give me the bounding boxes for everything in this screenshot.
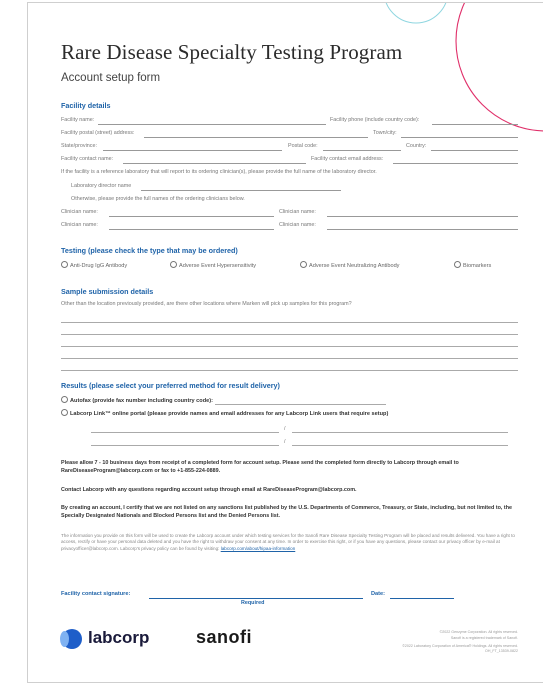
autofax-field[interactable] — [215, 404, 386, 405]
facility-row-2: Facility postal (street) address: Town/c… — [61, 130, 518, 140]
contact-name-field[interactable] — [123, 163, 306, 164]
otherwise-text: Otherwise, please provide the full names… — [71, 196, 245, 202]
decorative-circles — [385, 3, 543, 132]
facility-row-3: State/province: Postal code: Country: — [61, 143, 518, 153]
postcode-label: Postal code: — [288, 143, 318, 149]
town-label: Town/city: — [373, 130, 397, 136]
postal-address-label: Facility postal (street) address: — [61, 130, 135, 136]
clinician-row-1: Clinician name: Clinician name: — [61, 209, 518, 219]
clinician-row-2: Clinician name: Clinician name: — [61, 222, 518, 232]
postcode-field[interactable] — [323, 150, 401, 151]
clinician-field[interactable] — [327, 216, 518, 217]
director-row: Laboratory director name — [71, 183, 518, 193]
director-label: Laboratory director name — [71, 183, 132, 189]
user-name-field[interactable] — [91, 445, 279, 446]
postal-address-field[interactable] — [144, 137, 368, 138]
clinician-label: Clinician name: — [279, 209, 316, 215]
user-name-field[interactable] — [91, 432, 279, 433]
clinician-field[interactable] — [109, 229, 274, 230]
clinician-field[interactable] — [327, 229, 518, 230]
date-label: Date: — [371, 591, 385, 597]
clinician-label: Clinician name: — [61, 209, 98, 215]
option-biomarkers[interactable]: Biomarkers — [454, 261, 491, 269]
date-field[interactable] — [390, 598, 454, 599]
facility-row-4: Facility contact name: Facility contact … — [61, 156, 518, 166]
option-neutralizing-antibody[interactable]: Adverse Event Neutralizing Antibody — [300, 261, 399, 269]
clinician-label: Clinician name: — [61, 222, 98, 228]
sample-question: Other than the location previously provi… — [61, 301, 352, 307]
sanofi-logo: sanofi — [196, 627, 253, 647]
privacy-note: The information you provide on this form… — [61, 533, 515, 551]
sample-answer-line[interactable] — [61, 346, 518, 347]
testing-heading: Testing (please check the type that may … — [61, 246, 238, 255]
contact-note: Contact Labcorp with any questions regar… — [61, 487, 357, 493]
facility-row-1: Facility name: Facility phone (include c… — [61, 117, 518, 127]
state-field[interactable] — [103, 150, 282, 151]
labcorp-wordmark: labcorp — [88, 628, 150, 647]
option-labcorp-link[interactable]: Labcorp Link™ online portal (please prov… — [61, 409, 388, 417]
country-field[interactable] — [431, 150, 518, 151]
copyright-genzyme: ©2022 Genzyme Corporation. All rights re… — [439, 630, 518, 634]
radio-icon — [454, 261, 461, 268]
radio-icon — [61, 409, 68, 416]
slash-separator: / — [284, 426, 286, 432]
contact-name-label: Facility contact name: — [61, 156, 114, 162]
form-page: Rare Disease Specialty Testing Program A… — [27, 2, 543, 683]
slash-separator: / — [284, 439, 286, 445]
facility-name-field[interactable] — [98, 124, 326, 125]
pink-arc — [455, 3, 543, 132]
certify-note: By creating an account, I certify that w… — [61, 505, 512, 519]
teal-arc — [385, 3, 447, 24]
required-label: Required — [241, 600, 265, 606]
user-email-field[interactable] — [292, 432, 508, 433]
facility-phone-label: Facility phone (include country code): — [330, 117, 420, 123]
reference-lab-text: If the facility is a reference laborator… — [61, 169, 377, 175]
copyright-sanofi: Sanofi is a registered trademark of Sano… — [450, 636, 518, 640]
page-title: Rare Disease Specialty Testing Program — [61, 40, 403, 64]
radio-icon — [61, 396, 68, 403]
signature-label: Facility contact signature: — [61, 591, 131, 597]
contact-email-label: Facility contact email address: — [311, 156, 384, 162]
radio-icon — [300, 261, 307, 268]
director-field[interactable] — [141, 190, 341, 191]
results-heading: Results (please select your preferred me… — [61, 381, 280, 390]
facility-phone-field[interactable] — [432, 124, 518, 125]
sample-answer-line[interactable] — [61, 334, 518, 335]
option-anti-drug-igg[interactable]: Anti-Drug IgG Antibody — [61, 261, 127, 269]
clinician-label: Clinician name: — [279, 222, 316, 228]
state-label: State/province: — [61, 143, 97, 149]
page-subtitle: Account setup form — [61, 72, 161, 84]
copyright-labcorp: ©2022 Laboratory Corporation of America®… — [402, 644, 518, 653]
signature-field[interactable] — [149, 598, 363, 599]
radio-icon — [61, 261, 68, 268]
contact-email-field[interactable] — [393, 163, 518, 164]
sample-answer-line[interactable] — [61, 358, 518, 359]
sample-heading: Sample submission details — [61, 287, 154, 296]
sample-answer-line[interactable] — [61, 322, 518, 323]
clinician-field[interactable] — [109, 216, 274, 217]
option-autofax[interactable]: Autofax (provide fax number including co… — [61, 396, 213, 404]
user-email-field[interactable] — [292, 445, 508, 446]
facility-name-label: Facility name: — [61, 117, 95, 123]
radio-icon — [170, 261, 177, 268]
town-field[interactable] — [401, 137, 518, 138]
facility-heading: Facility details — [61, 101, 111, 110]
privacy-link[interactable]: labcorp.com/about/hipaa-information — [221, 546, 296, 551]
country-label: Country: — [406, 143, 427, 149]
option-hypersensitivity[interactable]: Adverse Event Hypersensitivity — [170, 261, 256, 269]
allow-days-note: Please allow 7 - 10 business days from r… — [61, 460, 459, 474]
sample-answer-line[interactable] — [61, 370, 518, 371]
